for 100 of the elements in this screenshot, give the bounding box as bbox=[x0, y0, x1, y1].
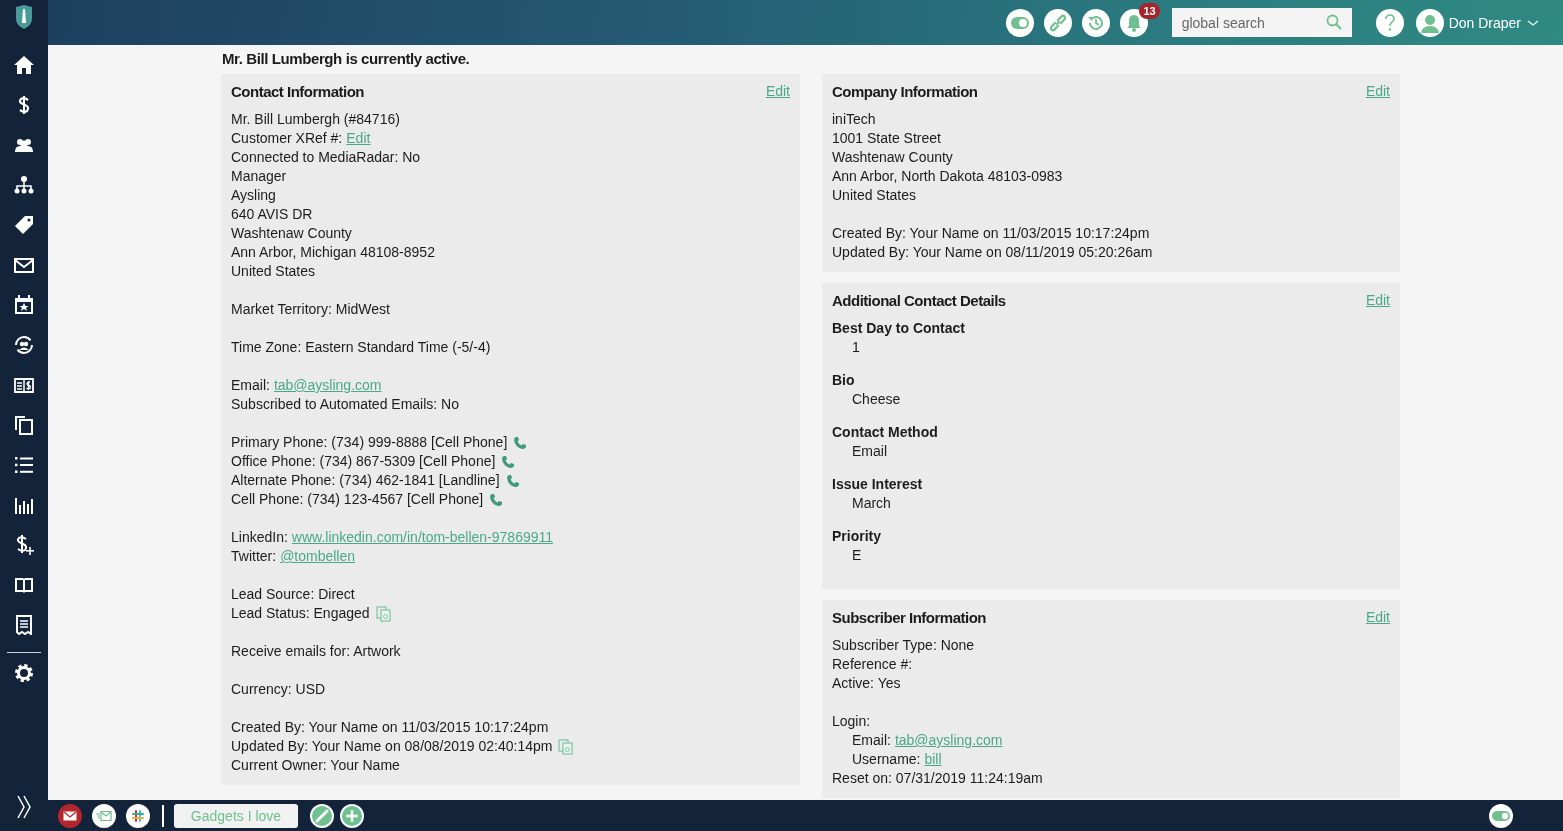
gadgets-tab[interactable]: Gadgets I love bbox=[174, 803, 298, 828]
phone-icon[interactable] bbox=[513, 435, 528, 450]
info-text: Reset on: 07/31/2019 11:24:19am bbox=[832, 769, 1043, 788]
user-menu[interactable]: Don Draper bbox=[1448, 14, 1539, 31]
envelope-icon bbox=[63, 810, 77, 821]
info-text: Email: bbox=[852, 731, 891, 750]
edit-link[interactable]: Edit bbox=[765, 83, 790, 99]
info-text: Subscriber Type: None bbox=[832, 636, 975, 655]
info-text: Customer XRef #: bbox=[231, 129, 343, 148]
info-text: Login: bbox=[832, 712, 871, 731]
card-title: Additional Contact Details bbox=[832, 291, 1006, 309]
link-icon bbox=[1048, 13, 1067, 32]
status-message: Mr. Bill Lumbergh is currently active. bbox=[221, 49, 471, 69]
plus-icon bbox=[345, 808, 359, 823]
info-text: United States bbox=[832, 186, 917, 205]
phone-icon[interactable] bbox=[505, 473, 520, 488]
card-title: Company Information bbox=[832, 82, 978, 100]
help-icon bbox=[1383, 13, 1396, 32]
bell-icon bbox=[1125, 13, 1142, 32]
info-text: Cell Phone: (734) 123-4567 [Cell Phone] bbox=[231, 490, 484, 509]
ledger-icon[interactable] bbox=[14, 375, 34, 395]
info-link[interactable]: bill bbox=[924, 750, 942, 769]
field-value: 1 bbox=[851, 338, 861, 357]
add-button[interactable] bbox=[340, 803, 364, 828]
field-label: Priority bbox=[832, 527, 882, 546]
info-text: 1001 State Street bbox=[832, 129, 941, 148]
search-field[interactable]: global search bbox=[1171, 8, 1352, 37]
logo-icon[interactable] bbox=[14, 5, 34, 29]
mail-button[interactable] bbox=[58, 803, 82, 828]
home-icon[interactable] bbox=[14, 55, 34, 75]
notification-count: 13 bbox=[1139, 2, 1160, 19]
info-text: United States bbox=[231, 262, 316, 281]
edit-link[interactable]: Edit bbox=[1365, 609, 1390, 625]
info-text: Ann Arbor, Michigan 48108-8952 bbox=[231, 243, 435, 262]
edit-button[interactable] bbox=[310, 803, 334, 828]
info-text: iniTech bbox=[832, 110, 876, 129]
info-text: Aysling bbox=[231, 186, 276, 205]
info-link[interactable]: tab@aysling.com bbox=[894, 731, 1003, 750]
phone-icon[interactable] bbox=[501, 454, 516, 469]
pencil-icon bbox=[315, 808, 329, 823]
info-link[interactable]: @tombellen bbox=[280, 547, 356, 566]
history-button[interactable] bbox=[1081, 8, 1110, 37]
info-text: Updated By: Your Name on 08/08/2019 02:40:14pm bbox=[231, 737, 553, 756]
toggle-icon bbox=[1010, 16, 1029, 29]
info-text: Ann Arbor, North Dakota 48103-0983 bbox=[832, 167, 1063, 186]
dollarplus-icon[interactable] bbox=[14, 535, 34, 555]
info-text: Washtenaw County bbox=[231, 224, 352, 243]
info-text: Created By: Your Name on 11/03/2015 10:17:24pm bbox=[231, 718, 549, 737]
toggle-button[interactable] bbox=[1489, 803, 1513, 828]
info-text: Washtenaw County bbox=[832, 148, 953, 167]
info-text: Twitter: bbox=[231, 547, 277, 566]
info-link[interactable]: www.linkedin.com/in/tom-bellen-97869911 bbox=[291, 528, 554, 547]
info-text: Alternate Phone: (734) 462-1841 [Landline] bbox=[231, 471, 500, 490]
book-icon[interactable] bbox=[14, 575, 34, 595]
avatar-icon[interactable] bbox=[1415, 8, 1444, 37]
tag-icon[interactable] bbox=[14, 215, 34, 235]
phone-icon[interactable] bbox=[489, 492, 504, 507]
info-text: Market Territory: MidWest bbox=[231, 300, 390, 319]
sent-mail-icon bbox=[96, 810, 112, 821]
help-button[interactable] bbox=[1375, 8, 1404, 37]
mail-icon[interactable] bbox=[14, 255, 34, 275]
edit-link[interactable]: Edit bbox=[1365, 292, 1390, 308]
info-text: Updated By: Your Name on 08/11/2019 05:20:26am bbox=[832, 243, 1153, 262]
list-icon[interactable] bbox=[14, 455, 34, 475]
chevron-down-icon bbox=[1527, 19, 1539, 26]
info-text: Created By: Your Name on 11/03/2015 10:17:24pm bbox=[832, 224, 1150, 243]
field-label: Best Day to Contact bbox=[832, 319, 967, 338]
card-title: Subscriber Information bbox=[832, 608, 987, 626]
card-title: Contact Information bbox=[231, 82, 364, 100]
info-text: Current Owner: Your Name bbox=[231, 756, 400, 775]
info-text: Receive emails for: Artwork bbox=[231, 642, 401, 661]
info-text: Active: Yes bbox=[832, 674, 901, 693]
info-text: Username: bbox=[852, 750, 921, 769]
field-value: Email bbox=[851, 442, 888, 461]
link-button[interactable] bbox=[1043, 8, 1072, 37]
info-link[interactable]: Edit bbox=[346, 129, 371, 148]
field-value: E bbox=[851, 546, 863, 565]
info-text: Currency: USD bbox=[231, 680, 326, 699]
field-label: Issue Interest bbox=[832, 475, 924, 494]
info-text: Mr. Bill Lumbergh (#84716) bbox=[231, 110, 400, 129]
copies-icon[interactable] bbox=[14, 415, 34, 435]
bars-icon[interactable] bbox=[14, 495, 34, 515]
info-text: Office Phone: (734) 867-5309 [Cell Phone] bbox=[231, 452, 496, 471]
sync-icon[interactable] bbox=[14, 335, 34, 355]
calendar-icon[interactable] bbox=[14, 295, 34, 315]
toggle-icon bbox=[1492, 810, 1510, 821]
info-text: Reference #: bbox=[832, 655, 913, 674]
send-mail-button[interactable] bbox=[92, 803, 116, 828]
expand-icon[interactable] bbox=[16, 795, 32, 819]
edit-link[interactable]: Edit bbox=[1365, 83, 1390, 99]
hierarchy-icon[interactable] bbox=[14, 175, 34, 195]
info-text: Subscribed to Automated Emails: No bbox=[231, 395, 459, 414]
receipt-icon[interactable] bbox=[14, 615, 34, 635]
info-link[interactable]: tab@aysling.com bbox=[273, 376, 382, 395]
settings-icon[interactable] bbox=[14, 663, 34, 683]
field-value: March bbox=[851, 494, 892, 513]
info-text: LinkedIn: bbox=[231, 528, 288, 547]
toggle-button[interactable] bbox=[1005, 8, 1034, 37]
info-text: Lead Source: Direct bbox=[231, 585, 355, 604]
hash-icon bbox=[131, 808, 145, 823]
